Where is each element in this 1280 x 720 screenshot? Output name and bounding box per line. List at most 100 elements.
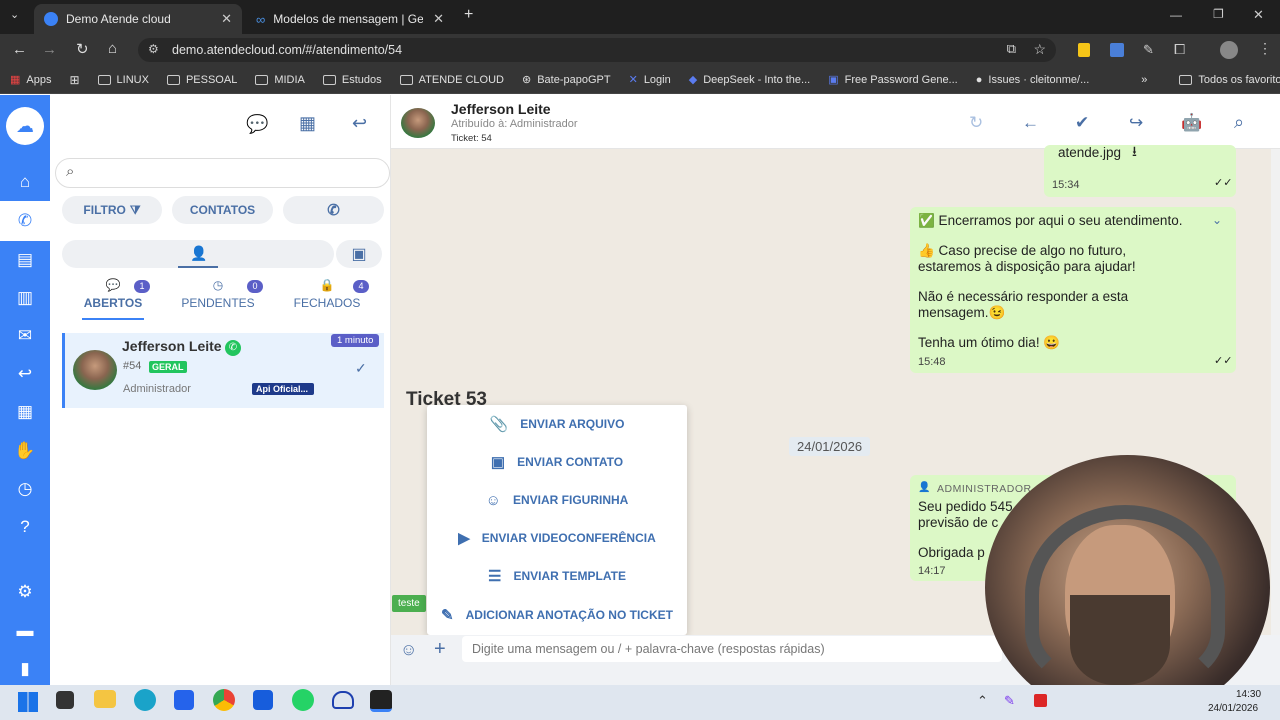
home-icon[interactable]: ⌂ bbox=[108, 40, 117, 57]
avatar[interactable] bbox=[401, 108, 435, 138]
campaign-icon[interactable]: ✋ bbox=[0, 431, 50, 471]
attach-plus-icon[interactable]: + bbox=[434, 638, 446, 661]
bookmark-link[interactable]: ▣ Free Password Gene... bbox=[828, 73, 958, 87]
ticket-list-item[interactable]: Jefferson Leite ✆ #54 GERAL 1 minuto Adm… bbox=[62, 333, 384, 408]
bookmark-folder[interactable]: MIDIA bbox=[255, 74, 305, 86]
tray-overflow-icon[interactable]: ⌃ bbox=[977, 693, 988, 709]
app-logo[interactable]: ☁ bbox=[6, 107, 44, 145]
address-bar[interactable]: ⚙ demo.atendecloud.com/#/atendimento/54 … bbox=[138, 38, 1056, 62]
file-explorer-icon[interactable] bbox=[94, 690, 116, 708]
clipboard-icon[interactable]: ▦ bbox=[0, 392, 50, 432]
resolve-icon[interactable]: ✔ bbox=[1075, 113, 1089, 133]
tab-list-icon[interactable]: ⌄ bbox=[10, 8, 19, 21]
extension-icon[interactable]: ✎ bbox=[1143, 42, 1154, 58]
chrome-icon[interactable] bbox=[213, 689, 235, 711]
active-app-icon[interactable] bbox=[370, 690, 392, 712]
quick-replies-icon[interactable]: ↩ bbox=[0, 354, 50, 394]
refresh-icon[interactable]: ↻ bbox=[969, 113, 983, 133]
profile-avatar[interactable] bbox=[1220, 41, 1238, 59]
tab-closed[interactable]: 🔒 4 FECHADOS bbox=[277, 278, 377, 310]
filter-button[interactable]: FILTRO ⧩ bbox=[62, 196, 162, 224]
tray-app-icon[interactable] bbox=[1034, 694, 1047, 707]
reload-icon[interactable]: ↻ bbox=[76, 40, 89, 58]
task-view-icon[interactable] bbox=[56, 691, 74, 709]
message-input[interactable]: Digite uma mensagem ou / + palavra-chave… bbox=[462, 636, 1002, 662]
emoji-icon[interactable]: ☺ bbox=[400, 640, 417, 660]
chat-icon[interactable]: ✉ bbox=[0, 316, 50, 356]
tab-groups-icon[interactable]: ⊞ bbox=[69, 73, 79, 87]
whatsapp-app-icon[interactable] bbox=[292, 689, 314, 711]
browser-menu-icon[interactable]: ⋮ bbox=[1258, 40, 1272, 57]
message-options-icon[interactable]: ⌄ bbox=[1212, 212, 1222, 228]
ticket-search-input[interactable]: ⌕ bbox=[55, 158, 390, 188]
tab-pending[interactable]: ◷ 0 PENDENTES bbox=[168, 278, 268, 310]
whatsapp-filter-button[interactable]: ✆ bbox=[283, 196, 384, 224]
file-message[interactable]: atende.jpg ⭳ 15:34 ✓✓ bbox=[1044, 143, 1236, 197]
store-icon[interactable] bbox=[174, 690, 194, 710]
settings-icon[interactable]: ⚙ bbox=[0, 572, 50, 612]
extension-icon[interactable] bbox=[1110, 43, 1124, 57]
windows-start-icon[interactable] bbox=[18, 692, 38, 712]
edge-icon[interactable] bbox=[134, 689, 156, 711]
forward-icon[interactable]: → bbox=[42, 41, 57, 58]
download-icon[interactable]: ⭳ bbox=[1132, 143, 1137, 159]
install-app-icon[interactable]: ⧉ bbox=[1007, 41, 1016, 57]
menu-send-contact[interactable]: ▣ ENVIAR CONTATO bbox=[427, 443, 687, 481]
panel-icon[interactable]: ▬ bbox=[0, 611, 50, 651]
bookmark-star-icon[interactable]: ☆ bbox=[1033, 41, 1046, 58]
bookmark-link[interactable]: ⊛ Bate-papoGPT bbox=[522, 73, 611, 87]
tag-chip[interactable]: teste bbox=[392, 595, 426, 612]
bookmark-link[interactable]: ✕ Login bbox=[629, 73, 671, 87]
contacts-icon[interactable]: ▤ bbox=[0, 240, 50, 280]
restore-icon[interactable]: ❐ bbox=[1213, 7, 1224, 21]
accept-check-icon[interactable]: ✓ bbox=[355, 360, 367, 377]
help-icon[interactable]: ? bbox=[0, 507, 50, 547]
transfer-icon[interactable]: ↪ bbox=[1129, 113, 1143, 133]
back-arrow-icon[interactable]: ← bbox=[1022, 113, 1039, 133]
site-info-icon[interactable]: ⚙ bbox=[148, 42, 159, 56]
cloud-app-icon[interactable] bbox=[332, 691, 354, 709]
all-tickets-tab[interactable]: ▣ bbox=[336, 240, 382, 268]
reply-icon[interactable]: ↩ bbox=[352, 113, 367, 134]
back-icon[interactable]: ← bbox=[12, 41, 27, 58]
search-messages-icon[interactable]: ⌕ bbox=[1234, 112, 1244, 133]
menu-send-videoconference[interactable]: ▶ ENVIAR VIDEOCONFERÊNCIA bbox=[427, 519, 687, 557]
bookmark-link[interactable]: ◆ DeepSeek - Into the... bbox=[689, 73, 810, 87]
dashboard-icon[interactable]: ⌂ bbox=[0, 162, 50, 202]
bookmark-apps[interactable]: ▦ Apps bbox=[10, 73, 51, 87]
bookmark-folder[interactable]: PESSOAL bbox=[166, 74, 237, 86]
bitwarden-icon[interactable] bbox=[253, 690, 273, 710]
menu-send-sticker[interactable]: ☺ ENVIAR FIGURINHA bbox=[427, 481, 687, 519]
extensions-puzzle-icon[interactable]: ⧠ bbox=[1174, 41, 1185, 58]
schedule-icon[interactable]: ◷ bbox=[0, 469, 50, 509]
tab-open[interactable]: 💬 1 ABERTOS bbox=[63, 278, 163, 310]
close-window-icon[interactable]: ✕ bbox=[1253, 7, 1264, 23]
bot-icon[interactable]: 🤖 bbox=[1181, 113, 1202, 133]
clipboard-icon[interactable]: ▦ bbox=[299, 113, 316, 134]
menu-send-template[interactable]: ☰ ENVIAR TEMPLATE bbox=[427, 557, 687, 595]
bookmark-link[interactable]: ● Issues · cleitonme/... bbox=[976, 74, 1090, 86]
browser-tab-active[interactable]: Demo Atende cloud ✕ bbox=[34, 4, 242, 34]
chat-scrollbar[interactable] bbox=[1271, 149, 1280, 635]
close-tab-icon[interactable]: ✕ bbox=[221, 11, 232, 27]
kanban-icon[interactable]: ▥ bbox=[0, 278, 50, 318]
new-tab-icon[interactable]: + bbox=[464, 6, 473, 24]
closing-message[interactable]: ✅ Encerramos por aqui o seu atendimento.… bbox=[910, 207, 1236, 373]
menu-add-note[interactable]: ✎ ADICIONAR ANOTAÇÃO NO TICKET bbox=[427, 596, 687, 634]
bookmark-folder[interactable]: ATENDE CLOUD bbox=[399, 74, 504, 86]
all-bookmarks[interactable]: Todos os favoritos bbox=[1179, 74, 1280, 86]
whatsapp-icon[interactable]: ✆ bbox=[0, 201, 50, 241]
more-bookmarks-icon[interactable]: » bbox=[1141, 74, 1147, 86]
menu-send-file[interactable]: 📎 ENVIAR ARQUIVO bbox=[427, 405, 687, 443]
contacts-button[interactable]: CONTATOS bbox=[172, 196, 273, 224]
reports-icon[interactable]: ▮ bbox=[0, 649, 50, 689]
new-chat-icon[interactable]: 💬 bbox=[246, 114, 268, 135]
minimize-icon[interactable]: — bbox=[1170, 8, 1182, 22]
bookmark-folder[interactable]: LINUX bbox=[97, 74, 149, 86]
bookmark-folder[interactable]: Estudos bbox=[322, 74, 382, 86]
close-tab-icon[interactable]: ✕ bbox=[433, 11, 444, 27]
my-tickets-tab[interactable]: 👤 bbox=[62, 240, 334, 268]
extension-icon[interactable] bbox=[1078, 43, 1090, 57]
browser-tab[interactable]: ∞ Modelos de mensagem | Gerenc ✕ bbox=[246, 4, 454, 34]
tray-app-icon[interactable]: ✎ bbox=[1004, 693, 1015, 709]
